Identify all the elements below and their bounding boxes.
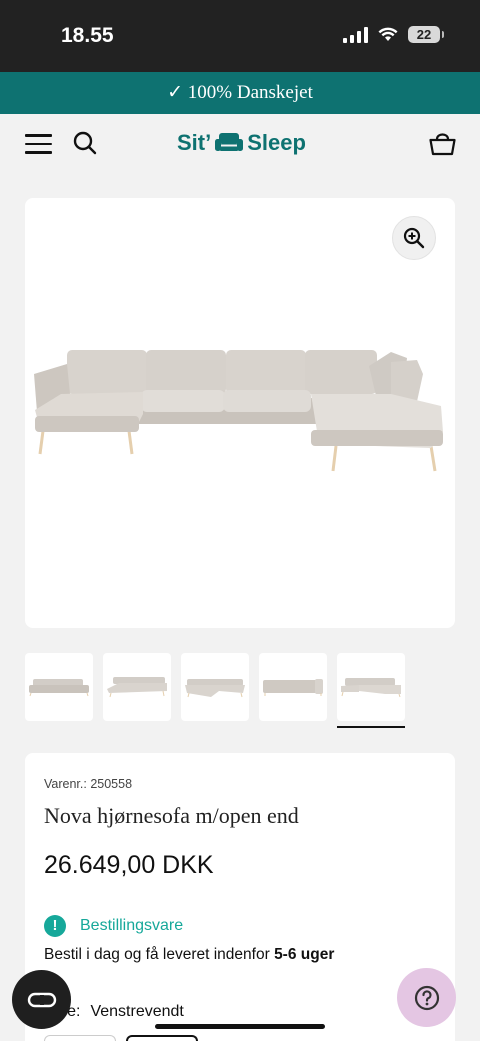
product-title: Nova hjørnesofa m/open end [44, 803, 299, 828]
armchair-icon [215, 133, 244, 151]
logo-text-right: Sleep [247, 130, 306, 155]
sofa-thumb-image [263, 679, 323, 696]
delivery-prefix: Bestil i dag og få leveret indenfor [44, 946, 275, 963]
menu-icon[interactable] [25, 134, 52, 154]
sofa-thumb-image [107, 677, 167, 698]
battery-icon: 22 [408, 26, 444, 43]
variant-option-2[interactable] [126, 1035, 198, 1041]
chat-icon [27, 992, 56, 1007]
help-icon [414, 985, 439, 1010]
thumbnail-active-indicator [337, 726, 405, 728]
thumbnail-2[interactable] [103, 653, 171, 721]
stock-label: Bestillingsvare [80, 917, 184, 934]
help-button[interactable] [397, 968, 456, 1027]
product-price: 26.649,00 DKK [44, 851, 214, 879]
wifi-icon [378, 27, 398, 41]
thumbnail-5[interactable] [337, 653, 405, 721]
thumbnail-1[interactable] [25, 653, 93, 721]
status-bar: 18.55 22 [0, 0, 480, 72]
product-info-card: Varenr.: 250558 Nova hjørnesofa m/open e… [25, 753, 455, 1041]
zoom-button[interactable] [392, 216, 436, 260]
status-time: 18.55 [61, 24, 114, 47]
stock-status: ! Bestillingsvare [44, 915, 183, 937]
signal-icon [343, 26, 368, 43]
promo-bar: ✓ 100% Danskejet [0, 72, 480, 114]
variant-option-1[interactable] [44, 1035, 116, 1041]
sofa-thumb-image [185, 679, 245, 698]
thumbnail-4[interactable] [259, 653, 327, 721]
logo[interactable]: Sit’ Sleep [177, 128, 306, 158]
product-image-card[interactable] [25, 198, 455, 628]
variant-options [44, 1035, 204, 1041]
thumbnail-3[interactable] [181, 653, 249, 721]
variant-value: Venstrevendt [90, 1003, 184, 1020]
sofa-image [34, 350, 443, 472]
product-sku: Varenr.: 250558 [44, 777, 133, 791]
delivery-time: 5-6 uger [274, 946, 335, 963]
logo-text-left: Sit’ [177, 130, 212, 155]
zoom-icon [403, 227, 425, 249]
cart-icon[interactable] [429, 130, 456, 156]
home-indicator [155, 1024, 325, 1029]
search-icon[interactable] [73, 131, 97, 155]
delivery-info: Bestil i dag og få leveret indenfor 5-6 … [44, 946, 334, 964]
sofa-thumb-image [341, 678, 401, 698]
site-header: Sit’ Sleep [0, 114, 480, 176]
info-icon: ! [44, 915, 66, 937]
status-icons: 22 [343, 26, 444, 43]
chat-button[interactable] [12, 970, 71, 1029]
sofa-thumb-image [29, 679, 89, 697]
